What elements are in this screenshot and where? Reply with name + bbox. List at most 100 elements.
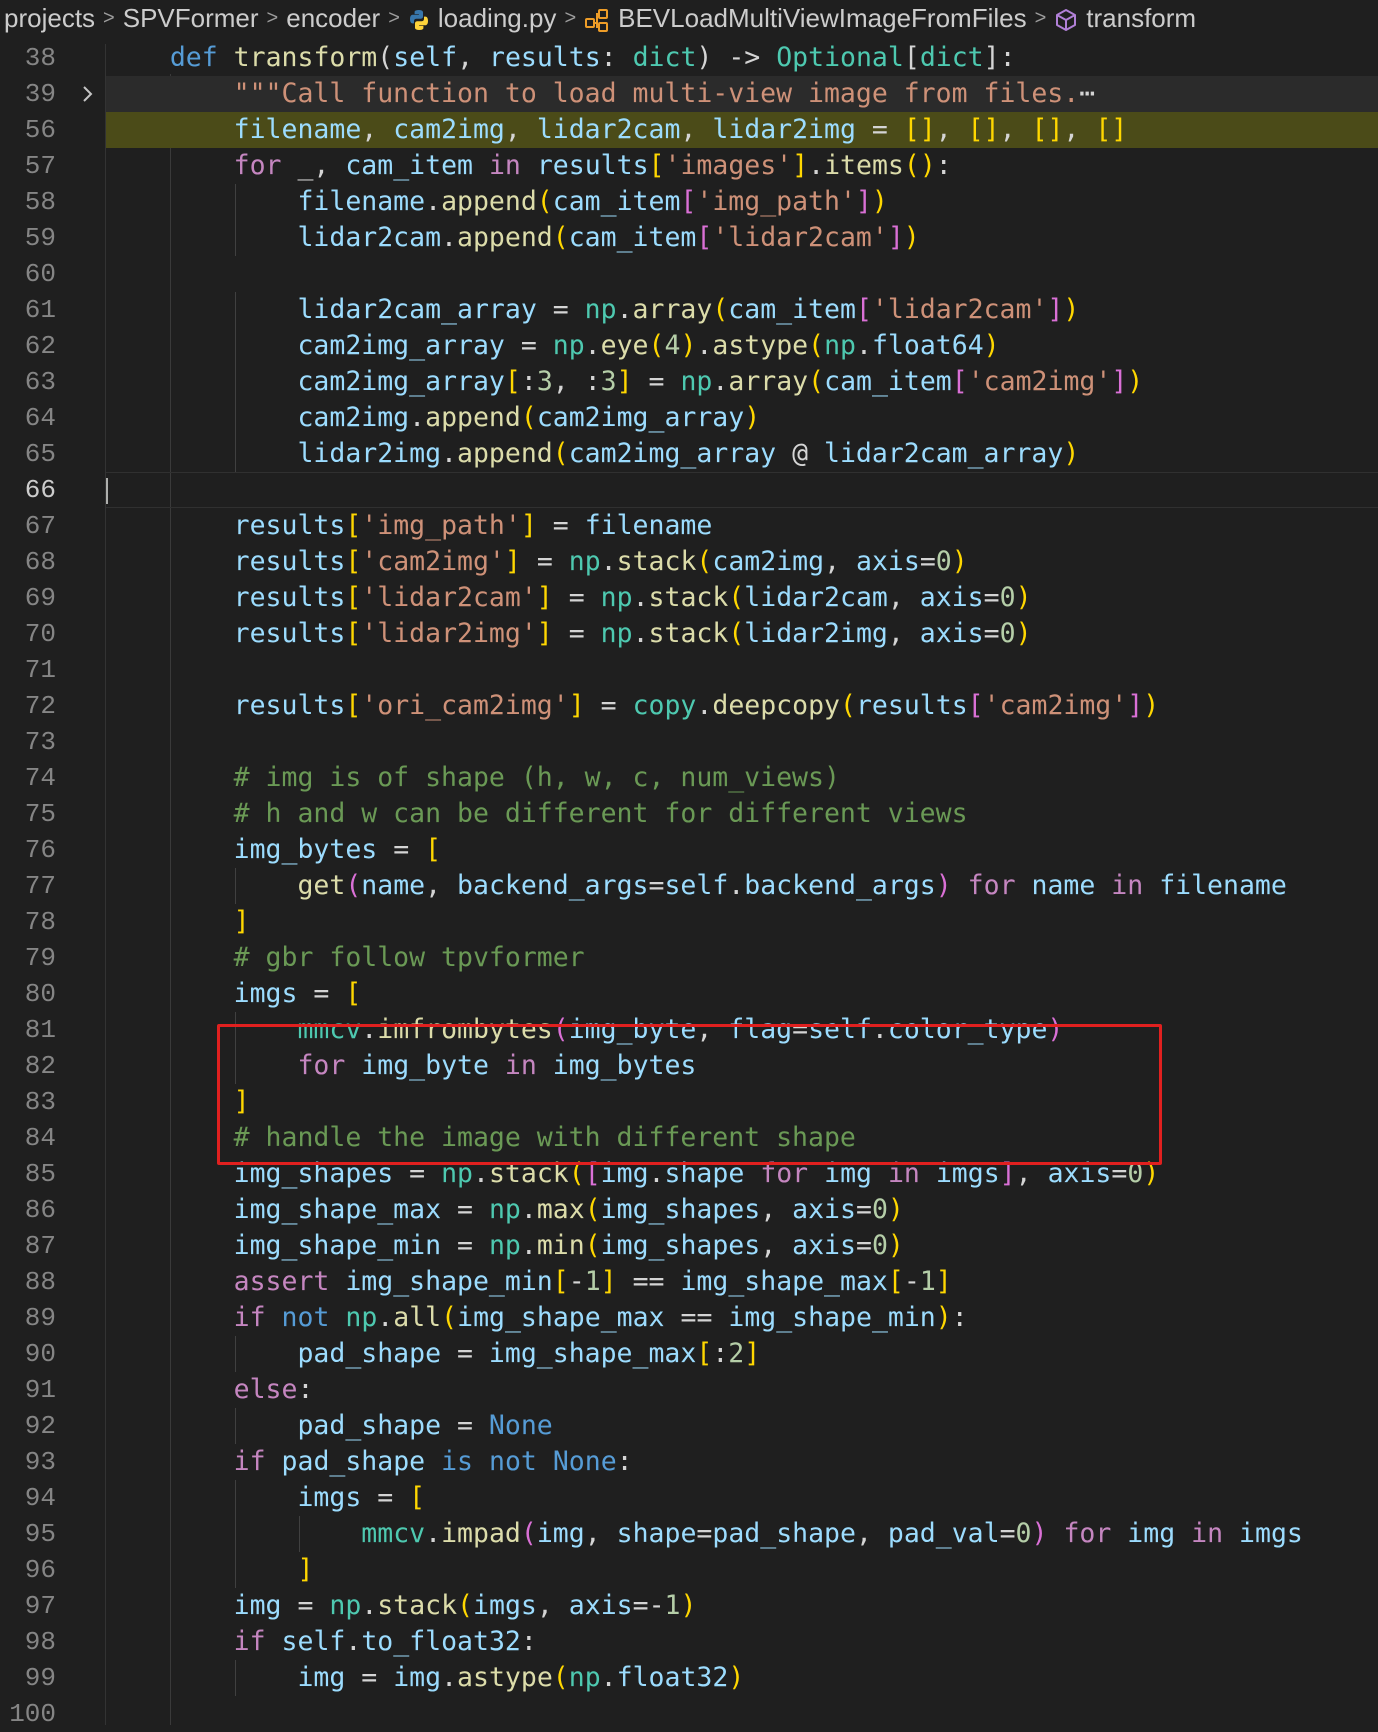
code-line[interactable]: 57 for _, cam_item in results['images'].…: [0, 148, 1378, 184]
code-line[interactable]: 61 lidar2cam_array = np.array(cam_item['…: [0, 292, 1378, 328]
code-text[interactable]: results['lidar2img'] = np.stack(lidar2im…: [106, 616, 1378, 652]
code-line[interactable]: 72 results['ori_cam2img'] = copy.deepcop…: [0, 688, 1378, 724]
code-text[interactable]: # h and w can be different for different…: [106, 796, 1378, 832]
code-line[interactable]: 71: [0, 652, 1378, 688]
code-line[interactable]: 68 results['cam2img'] = np.stack(cam2img…: [0, 544, 1378, 580]
code-text[interactable]: [106, 652, 1378, 688]
code-line[interactable]: 75 # h and w can be different for differ…: [0, 796, 1378, 832]
code-line[interactable]: 100: [0, 1696, 1378, 1732]
code-line[interactable]: 39 """Call function to load multi-view i…: [0, 76, 1378, 112]
code-text[interactable]: cam2img_array = np.eye(4).astype(np.floa…: [106, 328, 1378, 364]
breadcrumb-method[interactable]: transform: [1050, 3, 1200, 34]
code-token: ]: [935, 1266, 952, 1297]
code-token: =: [441, 1194, 489, 1225]
code-line[interactable]: 77 get(name, backend_args=self.backend_a…: [0, 868, 1378, 904]
code-line[interactable]: 58 filename.append(cam_item['img_path']): [0, 184, 1378, 220]
code-line[interactable]: 66: [0, 472, 1378, 508]
code-text[interactable]: img_shape_max = np.max(img_shapes, axis=…: [106, 1192, 1378, 1228]
code-text[interactable]: [106, 1696, 1378, 1732]
code-line[interactable]: 86 img_shape_max = np.max(img_shapes, ax…: [0, 1192, 1378, 1228]
code-line[interactable]: 80 imgs = [: [0, 976, 1378, 1012]
code-text[interactable]: lidar2cam_array = np.array(cam_item['lid…: [106, 292, 1378, 328]
code-line[interactable]: 69 results['lidar2cam'] = np.stack(lidar…: [0, 580, 1378, 616]
code-text[interactable]: cam2img_array[:3, :3] = np.array(cam_ite…: [106, 364, 1378, 400]
code-line[interactable]: 97 img = np.stack(imgs, axis=-1): [0, 1588, 1378, 1624]
code-line[interactable]: 98 if self.to_float32:: [0, 1624, 1378, 1660]
code-text[interactable]: results['img_path'] = filename: [106, 508, 1378, 544]
code-token: lidar2img: [297, 438, 442, 469]
code-line[interactable]: 62 cam2img_array = np.eye(4).astype(np.f…: [0, 328, 1378, 364]
breadcrumb-spvformer[interactable]: SPVFormer: [119, 3, 263, 34]
code-text[interactable]: if not np.all(img_shape_max == img_shape…: [106, 1300, 1378, 1336]
code-token: ): [744, 402, 761, 433]
code-line[interactable]: 59 lidar2cam.append(cam_item['lidar2cam'…: [0, 220, 1378, 256]
breadcrumb-file[interactable]: loading.py: [404, 3, 561, 34]
code-line[interactable]: 87 img_shape_min = np.min(img_shapes, ax…: [0, 1228, 1378, 1264]
code-token: 'ori_cam2img': [361, 690, 569, 721]
code-line[interactable]: 63 cam2img_array[:3, :3] = np.array(cam_…: [0, 364, 1378, 400]
code-line[interactable]: 88 assert img_shape_min[-1] == img_shape…: [0, 1264, 1378, 1300]
code-text[interactable]: filename.append(cam_item['img_path']): [106, 184, 1378, 220]
code-text[interactable]: pad_shape = None: [106, 1408, 1378, 1444]
code-text[interactable]: ]: [106, 904, 1378, 940]
breadcrumb-class[interactable]: BEVLoadMultiViewImageFromFiles: [580, 3, 1030, 34]
code-text[interactable]: assert img_shape_min[-1] == img_shape_ma…: [106, 1264, 1378, 1300]
code-text[interactable]: if pad_shape is not None:: [106, 1444, 1378, 1480]
code-text[interactable]: # gbr follow tpvformer: [106, 940, 1378, 976]
code-text[interactable]: lidar2img.append(cam2img_array @ lidar2c…: [106, 436, 1378, 472]
code-text[interactable]: def transform(self, results: dict) -> Op…: [106, 40, 1378, 76]
code-text[interactable]: cam2img.append(cam2img_array): [106, 400, 1378, 436]
fold-chevron-icon[interactable]: [78, 82, 98, 106]
code-text[interactable]: [106, 724, 1378, 760]
code-text[interactable]: """Call function to load multi-view imag…: [106, 76, 1378, 112]
code-text[interactable]: for _, cam_item in results['images'].ite…: [106, 148, 1378, 184]
code-line[interactable]: 78 ]: [0, 904, 1378, 940]
code-text[interactable]: results['ori_cam2img'] = copy.deepcopy(r…: [106, 688, 1378, 724]
code-line[interactable]: 56 filename, cam2img, lidar2cam, lidar2i…: [0, 112, 1378, 148]
code-line[interactable]: 73: [0, 724, 1378, 760]
code-line[interactable]: 74 # img is of shape (h, w, c, num_views…: [0, 760, 1378, 796]
code-text[interactable]: # img is of shape (h, w, c, num_views): [106, 760, 1378, 796]
code-text[interactable]: ]: [106, 1552, 1378, 1588]
code-line[interactable]: 91 else:: [0, 1372, 1378, 1408]
code-line[interactable]: 60: [0, 256, 1378, 292]
code-text[interactable]: [106, 256, 1378, 292]
code-line[interactable]: 93 if pad_shape is not None:: [0, 1444, 1378, 1480]
code-text[interactable]: img_bytes = [: [106, 832, 1378, 868]
code-text[interactable]: imgs = [: [106, 976, 1378, 1012]
code-text[interactable]: results['cam2img'] = np.stack(cam2img, a…: [106, 544, 1378, 580]
code-text[interactable]: imgs = [: [106, 1480, 1378, 1516]
code-line[interactable]: 64 cam2img.append(cam2img_array): [0, 400, 1378, 436]
code-text[interactable]: results['lidar2cam'] = np.stack(lidar2ca…: [106, 580, 1378, 616]
code-line[interactable]: 76 img_bytes = [: [0, 832, 1378, 868]
code-line[interactable]: 67 results['img_path'] = filename: [0, 508, 1378, 544]
code-text[interactable]: img = img.astype(np.float32): [106, 1660, 1378, 1696]
code-line[interactable]: 96 ]: [0, 1552, 1378, 1588]
code-line[interactable]: 70 results['lidar2img'] = np.stack(lidar…: [0, 616, 1378, 652]
code-text[interactable]: if self.to_float32:: [106, 1624, 1378, 1660]
code-text[interactable]: [106, 472, 1378, 508]
code-line[interactable]: 94 imgs = [: [0, 1480, 1378, 1516]
code-line[interactable]: 79 # gbr follow tpvformer: [0, 940, 1378, 976]
breadcrumb-encoder[interactable]: encoder: [282, 3, 384, 34]
code-line[interactable]: 95 mmcv.impad(img, shape=pad_shape, pad_…: [0, 1516, 1378, 1552]
code-line[interactable]: 38 def transform(self, results: dict) ->…: [0, 40, 1378, 76]
code-text[interactable]: img = np.stack(imgs, axis=-1): [106, 1588, 1378, 1624]
code-line[interactable]: 89 if not np.all(img_shape_max == img_sh…: [0, 1300, 1378, 1336]
code-text[interactable]: else:: [106, 1372, 1378, 1408]
code-text[interactable]: lidar2cam.append(cam_item['lidar2cam']): [106, 220, 1378, 256]
code-text[interactable]: img_shape_min = np.min(img_shapes, axis=…: [106, 1228, 1378, 1264]
code-text[interactable]: pad_shape = img_shape_max[:2]: [106, 1336, 1378, 1372]
code-text[interactable]: filename, cam2img, lidar2cam, lidar2img …: [106, 112, 1378, 148]
breadcrumb-projects[interactable]: projects: [0, 3, 99, 34]
code-line[interactable]: 65 lidar2img.append(cam2img_array @ lida…: [0, 436, 1378, 472]
code-token: dict: [919, 42, 984, 73]
code-text[interactable]: mmcv.impad(img, shape=pad_shape, pad_val…: [106, 1516, 1378, 1552]
code-token: cam2img_array: [536, 402, 745, 433]
code-line[interactable]: 99 img = img.astype(np.float32): [0, 1660, 1378, 1696]
code-line[interactable]: 90 pad_shape = img_shape_max[:2]: [0, 1336, 1378, 1372]
code-editor[interactable]: 38 def transform(self, results: dict) ->…: [0, 42, 1378, 1729]
code-line[interactable]: 92 pad_shape = None: [0, 1408, 1378, 1444]
code-text[interactable]: get(name, backend_args=self.backend_args…: [106, 868, 1378, 904]
